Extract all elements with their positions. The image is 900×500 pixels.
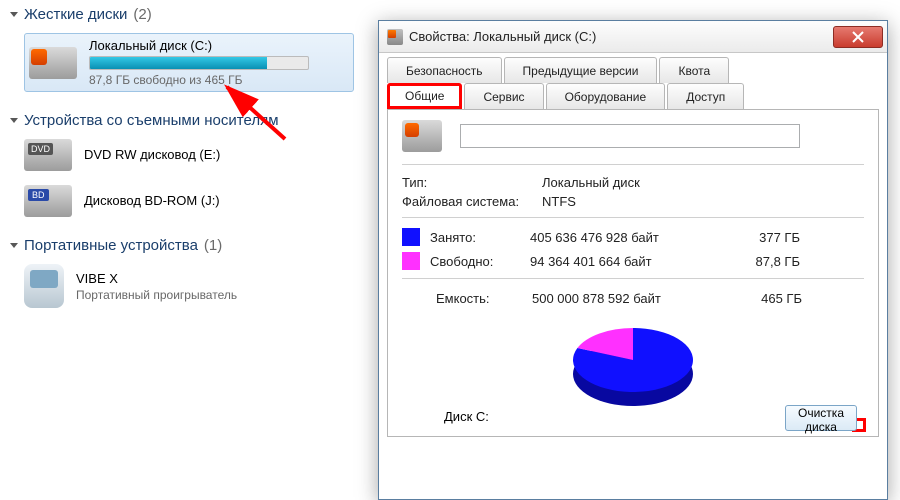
tab-security[interactable]: Безопасность: [387, 57, 502, 83]
dvd-icon: [24, 139, 72, 171]
drive-icon: [402, 120, 442, 152]
drive-c-sub: 87,8 ГБ свободно из 465 ГБ: [89, 73, 349, 87]
group-title: Жесткие диски: [24, 6, 127, 23]
tab-quota[interactable]: Квота: [659, 57, 729, 83]
used-swatch-icon: [402, 228, 420, 246]
tab-previous-versions[interactable]: Предыдущие версии: [504, 57, 658, 83]
tab-hardware[interactable]: Оборудование: [546, 83, 666, 109]
type-label: Тип:: [402, 175, 542, 190]
fs-label: Файловая система:: [402, 194, 542, 209]
free-label: Свободно:: [430, 254, 530, 269]
used-bytes: 405 636 476 928 байт: [530, 230, 730, 245]
capacity-bar: [89, 56, 309, 70]
capacity-bytes: 500 000 878 592 байт: [532, 291, 732, 306]
collapse-arrow-icon: [10, 118, 18, 123]
pie-chart-zone: Диск C: Очистка диска: [402, 314, 864, 424]
divider: [402, 164, 864, 165]
type-value: Локальный диск: [542, 175, 864, 190]
dvd-item[interactable]: DVD RW дисковод (E:): [24, 139, 354, 171]
disk-label: Диск C:: [444, 409, 489, 424]
capacity-label: Емкость:: [436, 291, 532, 306]
group-title: Устройства со съемными носителям: [24, 112, 279, 129]
group-title: Портативные устройства: [24, 237, 198, 254]
general-tab-panel: Тип: Локальный диск Файловая система: NT…: [387, 109, 879, 437]
used-row: Занято: 405 636 476 928 байт 377 ГБ: [402, 228, 864, 246]
portable-player-icon: [24, 264, 64, 308]
tab-row-bottom: Общие Сервис Оборудование Доступ: [387, 83, 879, 109]
collapse-arrow-icon: [10, 243, 18, 248]
portable-title: VIBE X: [76, 271, 354, 286]
group-count: (2): [133, 6, 151, 23]
tab-service[interactable]: Сервис: [464, 83, 543, 109]
fs-row: Файловая система: NTFS: [402, 194, 864, 209]
close-icon: [852, 31, 864, 43]
portable-sub: Портативный проигрыватель: [76, 288, 354, 302]
capacity-row: Емкость: 500 000 878 592 байт 465 ГБ: [436, 291, 864, 306]
tab-access[interactable]: Доступ: [667, 83, 744, 109]
bd-item[interactable]: Дисковод BD-ROM (J:): [24, 185, 354, 217]
hdd-icon: [29, 47, 77, 79]
tab-general[interactable]: Общие: [387, 83, 462, 109]
name-row: [402, 120, 864, 152]
cleanup-highlight: Очистка диска: [852, 418, 866, 432]
bd-icon: [24, 185, 72, 217]
collapse-arrow-icon: [10, 12, 18, 17]
portable-item[interactable]: VIBE X Портативный проигрыватель: [24, 264, 354, 308]
used-gb: 377 ГБ: [730, 230, 800, 245]
tab-row-top: Безопасность Предыдущие версии Квота: [387, 57, 879, 83]
divider: [402, 278, 864, 279]
drive-c-title: Локальный диск (C:): [89, 38, 349, 53]
properties-dialog: Свойства: Локальный диск (C:) Безопаснос…: [378, 20, 888, 500]
bd-title: Дисковод BD-ROM (J:): [84, 193, 354, 208]
disk-cleanup-button[interactable]: Очистка диска: [785, 405, 857, 431]
volume-name-input[interactable]: [460, 124, 800, 148]
dialog-body: Безопасность Предыдущие версии Квота Общ…: [379, 53, 887, 445]
used-label: Занято:: [430, 230, 530, 245]
drive-small-icon: [387, 29, 403, 45]
divider: [402, 217, 864, 218]
titlebar[interactable]: Свойства: Локальный диск (C:): [379, 21, 887, 53]
drive-c-item[interactable]: Локальный диск (C:) 87,8 ГБ свободно из …: [24, 33, 354, 92]
disk-usage-pie-chart: [558, 322, 708, 417]
dvd-title: DVD RW дисковод (E:): [84, 147, 354, 162]
free-gb: 87,8 ГБ: [730, 254, 800, 269]
fs-value: NTFS: [542, 194, 864, 209]
close-button[interactable]: [833, 26, 883, 48]
group-count: (1): [204, 237, 222, 254]
dialog-title: Свойства: Локальный диск (C:): [409, 29, 833, 44]
free-bytes: 94 364 401 664 байт: [530, 254, 730, 269]
drive-info: Локальный диск (C:) 87,8 ГБ свободно из …: [89, 38, 349, 87]
free-swatch-icon: [402, 252, 420, 270]
capacity-gb: 465 ГБ: [732, 291, 802, 306]
type-row: Тип: Локальный диск: [402, 175, 864, 190]
free-row: Свободно: 94 364 401 664 байт 87,8 ГБ: [402, 252, 864, 270]
capacity-fill: [90, 57, 267, 69]
